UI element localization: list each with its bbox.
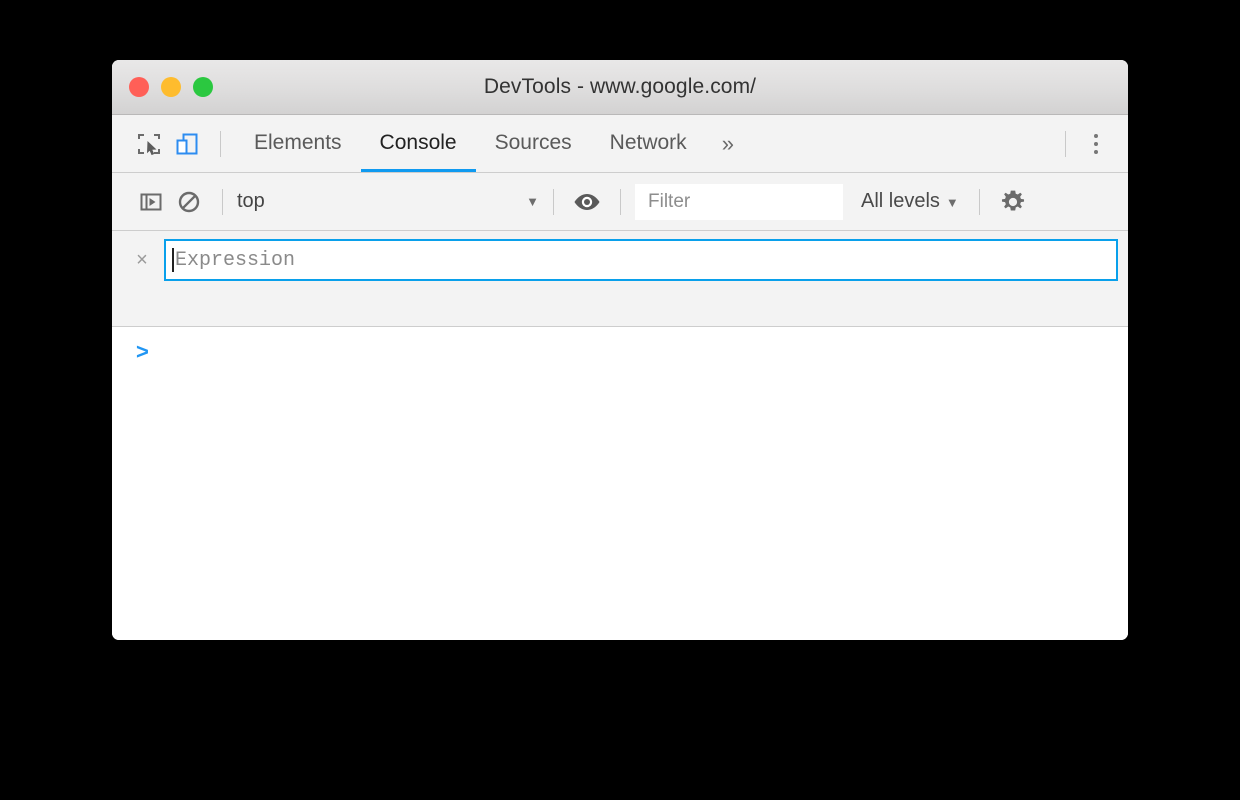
close-window-button[interactable] [129,77,149,97]
console-toolbar-divider-4 [978,188,980,215]
chevron-down-icon: ▼ [526,194,539,209]
eye-icon[interactable] [568,183,606,221]
gear-icon[interactable] [994,183,1032,221]
console-sidebar-toggle-icon[interactable] [132,183,170,221]
maximize-window-button[interactable] [193,77,213,97]
device-toolbar-icon[interactable] [168,125,206,163]
more-options-icon[interactable] [1080,133,1112,154]
tab-console[interactable]: Console [360,115,476,172]
tabbar-divider-right [1065,130,1066,157]
console-prompt-chevron-icon: > [136,339,149,364]
minimize-window-button[interactable] [161,77,181,97]
tab-network[interactable]: Network [591,115,706,172]
live-expression-input-wrapper[interactable] [164,239,1118,281]
tab-sources[interactable]: Sources [476,115,591,172]
filter-input[interactable] [635,183,843,220]
devtools-window: DevTools - www.google.com/ Elements Cons… [112,60,1128,640]
console-toolbar-divider-3 [620,188,621,215]
console-toolbar-divider-2 [553,188,554,215]
chevron-down-icon-levels: ▼ [945,195,959,210]
console-toolbar: top ▼ All levels ▼ [112,173,1128,231]
live-expression-row: × [112,239,1128,281]
tab-elements[interactable]: Elements [235,115,361,172]
window-title: DevTools - www.google.com/ [483,75,757,98]
devtools-tabbar: Elements Console Sources Network » [112,115,1128,173]
live-expression-zone: × [112,231,1128,327]
clear-console-icon[interactable] [170,183,208,221]
inspect-element-icon[interactable] [130,125,168,163]
console-prompt-row[interactable]: > [112,327,1128,363]
console-toolbar-divider [222,188,223,215]
close-icon[interactable]: × [128,246,156,274]
log-level-selector[interactable]: All levels ▼ [861,190,959,213]
tabbar-divider [220,130,221,157]
log-level-value: All levels [861,190,940,212]
traffic-lights [129,77,213,97]
execution-context-value: top [237,190,265,212]
more-tabs-chevron-icon[interactable]: » [706,132,750,155]
live-expression-input[interactable] [174,248,1116,272]
execution-context-selector[interactable]: top ▼ [237,190,539,213]
console-output-area[interactable]: > [112,327,1128,640]
window-titlebar: DevTools - www.google.com/ [112,60,1128,115]
